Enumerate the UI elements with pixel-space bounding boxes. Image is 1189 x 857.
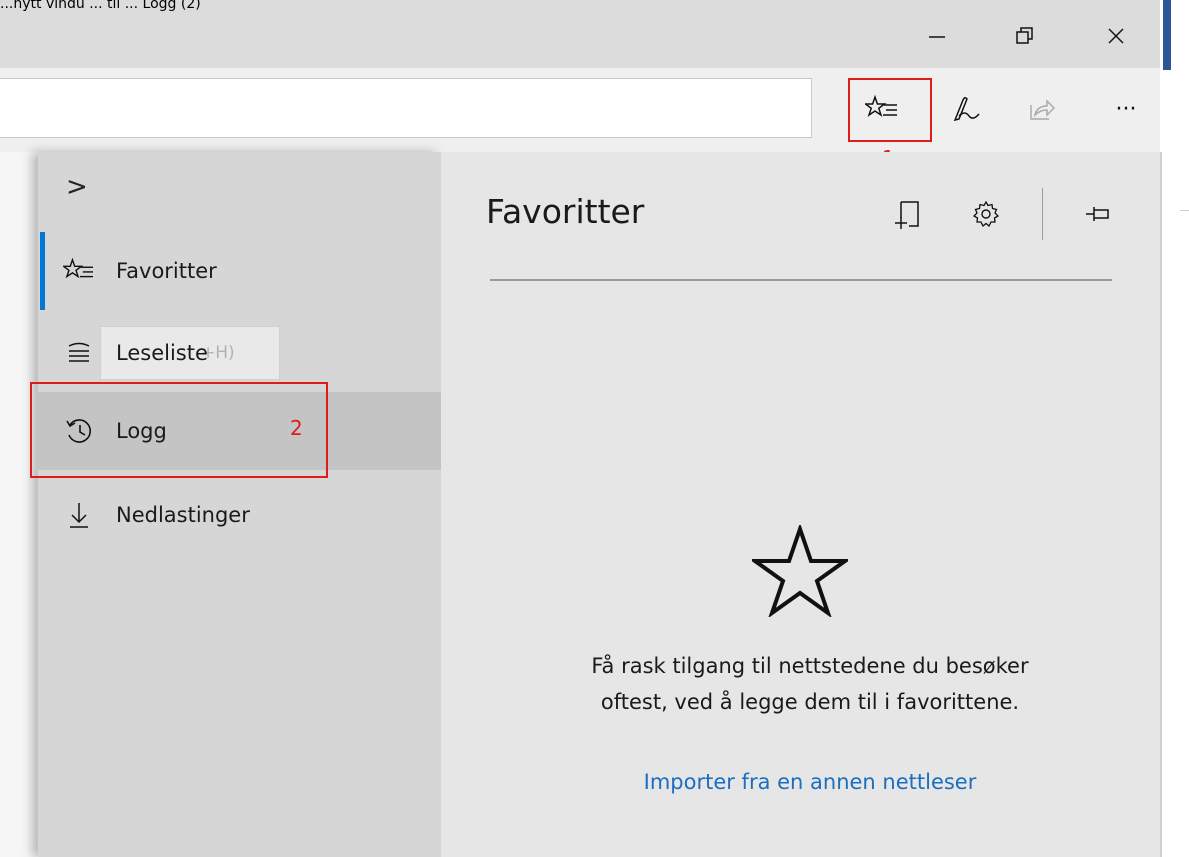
add-page-icon	[895, 201, 919, 229]
download-icon	[70, 503, 88, 528]
minimize-button[interactable]	[917, 20, 957, 52]
pin-button[interactable]	[1076, 192, 1120, 236]
star-list-icon	[63, 257, 93, 279]
expand-hub-button[interactable]: >	[66, 172, 96, 212]
gear-icon	[972, 200, 1000, 228]
close-icon	[1108, 28, 1124, 44]
import-favorites-link[interactable]: Importer fra en annen nettleser	[560, 770, 1060, 794]
favorites-panel	[441, 152, 1160, 857]
add-favorite-button[interactable]	[886, 192, 930, 236]
share-button[interactable]	[1012, 84, 1072, 134]
restore-icon	[1016, 27, 1033, 44]
window-edge-line	[1180, 210, 1189, 211]
instruction-text: ...nytt vindu ... til ... Logg (2)	[0, 0, 201, 12]
address-bar[interactable]	[0, 78, 812, 138]
reading-list-icon	[68, 342, 90, 362]
panel-divider	[490, 279, 1112, 281]
hub-item-reading-list[interactable]: Leseliste	[38, 314, 441, 392]
toolbar-separator	[1042, 188, 1043, 240]
hub-item-label: Leseliste	[116, 341, 208, 365]
annotation-label-2: 2	[290, 416, 303, 440]
close-button[interactable]	[1096, 20, 1136, 52]
share-icon	[1030, 99, 1055, 120]
settings-button[interactable]	[964, 192, 1008, 236]
pin-icon	[1086, 207, 1109, 221]
hub-item-favorites[interactable]: Favoritter	[38, 232, 441, 310]
minimize-icon	[929, 36, 945, 38]
restore-button[interactable]	[1005, 20, 1045, 52]
window-edge-accent	[1163, 0, 1171, 70]
star-icon	[748, 522, 852, 619]
page-background	[0, 152, 38, 857]
panel-border	[1160, 152, 1162, 857]
annotation-box-history	[30, 382, 328, 478]
empty-state-message: Få rask tilgang til nettstedene du besøk…	[591, 654, 1029, 714]
pen-button[interactable]	[936, 84, 996, 134]
pen-notes-icon	[953, 96, 980, 122]
hub-item-label: Nedlastinger	[116, 503, 250, 527]
panel-title: Favoritter	[486, 192, 645, 231]
hub-item-downloads[interactable]: Nedlastinger	[38, 476, 441, 554]
annotation-box-hub	[848, 78, 932, 142]
more-button[interactable]: ···	[1096, 84, 1156, 134]
hub-item-label: Favoritter	[116, 259, 217, 283]
